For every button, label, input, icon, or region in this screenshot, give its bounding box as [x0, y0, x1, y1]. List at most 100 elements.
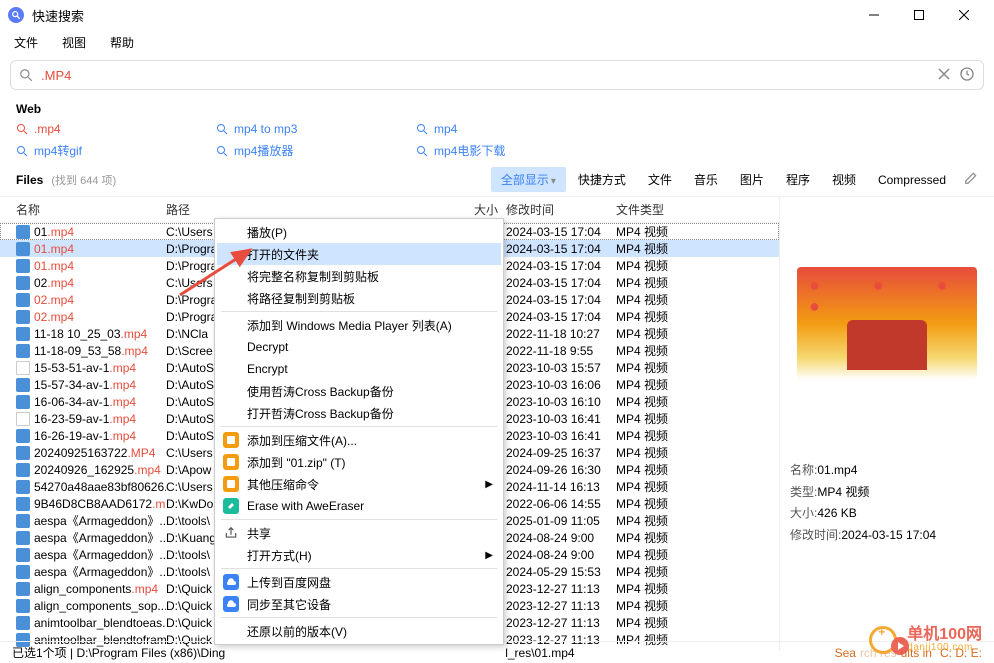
- watermark-icon: [869, 623, 903, 657]
- filter-compressed[interactable]: Compressed: [868, 169, 956, 191]
- ctx-use-cross-backup[interactable]: 使用哲涛Cross Backup备份: [217, 380, 501, 402]
- ctx-open-cross-backup[interactable]: 打开哲涛Cross Backup备份: [217, 402, 501, 424]
- ctx-add-archive[interactable]: 添加到压缩文件(A)...: [217, 429, 501, 451]
- preview-date: 2024-03-15 17:04: [841, 525, 936, 547]
- menu-file[interactable]: 文件: [4, 32, 48, 53]
- watermark-line2: danji100.com: [907, 643, 982, 653]
- title-bar: 快速搜索: [0, 0, 994, 30]
- search-icon: [216, 123, 228, 135]
- video-file-icon: [16, 565, 30, 579]
- video-file-icon: [16, 514, 30, 528]
- sync-icon: [223, 596, 239, 612]
- ctx-erase[interactable]: Erase with AweEraser: [217, 495, 501, 517]
- video-file-icon: [16, 310, 30, 324]
- file-icon: [16, 361, 30, 375]
- video-file-icon: [16, 599, 30, 613]
- filter-all[interactable]: 全部显示▾: [491, 167, 566, 192]
- ctx-copy-path[interactable]: 将路径复制到剪贴板: [217, 287, 501, 309]
- files-count: (找到 644 项): [51, 172, 116, 188]
- search-icon: [416, 123, 428, 135]
- web-label: Web: [16, 102, 978, 116]
- ctx-restore-prev[interactable]: 还原以前的版本(V): [217, 620, 501, 642]
- filter-program[interactable]: 程序: [776, 167, 820, 192]
- ctx-share[interactable]: 共享: [217, 522, 501, 544]
- close-button[interactable]: [941, 0, 986, 30]
- video-file-icon: [16, 497, 30, 511]
- ctx-play[interactable]: 播放(P): [217, 221, 501, 243]
- video-file-icon: [16, 446, 30, 460]
- video-file-icon: [16, 480, 30, 494]
- web-section: Web .mp4mp4 to mp3mp4 mp4转gifmp4播放器mp4电影下…: [0, 96, 994, 163]
- submenu-arrow-icon: ▶: [485, 479, 493, 490]
- video-file-icon: [16, 582, 30, 596]
- maximize-button[interactable]: [896, 0, 941, 30]
- col-date[interactable]: 修改时间: [506, 201, 616, 218]
- archive-more-icon: [223, 476, 239, 492]
- col-size[interactable]: 大小: [216, 201, 506, 218]
- filter-music[interactable]: 音乐: [684, 167, 728, 192]
- col-type[interactable]: 文件类型: [616, 201, 716, 218]
- ctx-sync-other[interactable]: 同步至其它设备: [217, 593, 501, 615]
- edit-filters-icon[interactable]: [964, 171, 978, 188]
- video-file-icon: [16, 344, 30, 358]
- filter-video[interactable]: 视频: [822, 167, 866, 192]
- menu-view[interactable]: 视图: [52, 32, 96, 53]
- ctx-add-zip[interactable]: 添加到 "01.zip" (T): [217, 451, 501, 473]
- ctx-copy-fullname[interactable]: 将完整名称复制到剪贴板: [217, 265, 501, 287]
- web-item-0[interactable]: .mp4: [16, 122, 216, 136]
- filter-file[interactable]: 文件: [638, 167, 682, 192]
- search-icon: [16, 145, 28, 157]
- preview-name-label: 名称:: [790, 460, 817, 482]
- preview-name: 01.mp4: [817, 460, 857, 482]
- ctx-open-folder[interactable]: 打开的文件夹: [217, 243, 501, 265]
- col-path[interactable]: 路径: [166, 201, 216, 218]
- submenu-arrow-icon: ▶: [485, 550, 493, 561]
- context-menu: 播放(P) 打开的文件夹 将完整名称复制到剪贴板 将路径复制到剪贴板 添加到 W…: [214, 218, 504, 645]
- status-path-partial: l_res\01.mp4: [505, 646, 574, 660]
- video-file-icon: [16, 463, 30, 477]
- ctx-other-archive[interactable]: 其他压缩命令▶: [217, 473, 501, 495]
- web-item-5[interactable]: mp4电影下载: [416, 142, 616, 159]
- archive-icon: [223, 432, 239, 448]
- preview-pane: 名称: 01.mp4 类型: MP4 视频 大小: 426 KB 修改时间: 2…: [779, 197, 994, 651]
- video-file-icon: [16, 225, 30, 239]
- menu-bar: 文件 视图 帮助: [0, 30, 994, 54]
- video-file-icon: [16, 276, 30, 290]
- video-file-icon: [16, 531, 30, 545]
- preview-date-label: 修改时间:: [790, 525, 841, 547]
- col-name[interactable]: 名称: [16, 201, 166, 218]
- filter-shortcut[interactable]: 快捷方式: [568, 167, 636, 192]
- files-header: Files (找到 644 项) 全部显示▾ 快捷方式 文件 音乐 图片 程序 …: [0, 163, 994, 196]
- ctx-upload-baidu[interactable]: 上传到百度网盘: [217, 571, 501, 593]
- menu-help[interactable]: 帮助: [100, 32, 144, 53]
- search-icon: [19, 68, 33, 82]
- video-file-icon: [16, 616, 30, 630]
- ctx-encrypt[interactable]: Encrypt: [217, 358, 501, 380]
- web-item-4[interactable]: mp4播放器: [216, 142, 416, 159]
- window-title: 快速搜索: [32, 6, 84, 25]
- preview-size-label: 大小:: [790, 503, 817, 525]
- clear-icon[interactable]: [937, 67, 951, 84]
- web-item-3[interactable]: mp4转gif: [16, 142, 216, 159]
- status-selection: 已选1个项 | D:\Program Files (x86)\Ding: [12, 644, 225, 661]
- minimize-button[interactable]: [851, 0, 896, 30]
- history-icon[interactable]: [959, 66, 975, 85]
- preview-type: MP4 视频: [817, 482, 869, 504]
- preview-size: 426 KB: [817, 503, 856, 525]
- ctx-add-wmp[interactable]: 添加到 Windows Media Player 列表(A): [217, 314, 501, 336]
- video-file-icon: [16, 548, 30, 562]
- ctx-open-with[interactable]: 打开方式(H)▶: [217, 544, 501, 566]
- search-icon: [416, 145, 428, 157]
- video-file-icon: [16, 293, 30, 307]
- video-file-icon: [16, 242, 30, 256]
- filter-picture[interactable]: 图片: [730, 167, 774, 192]
- share-icon: [223, 525, 239, 541]
- web-item-1[interactable]: mp4 to mp3: [216, 122, 416, 136]
- video-file-icon: [16, 395, 30, 409]
- video-file-icon: [16, 429, 30, 443]
- search-input[interactable]: [41, 68, 929, 83]
- web-item-2[interactable]: mp4: [416, 122, 616, 136]
- preview-thumbnail: [797, 267, 977, 380]
- zip-icon: [223, 454, 239, 470]
- ctx-decrypt[interactable]: Decrypt: [217, 336, 501, 358]
